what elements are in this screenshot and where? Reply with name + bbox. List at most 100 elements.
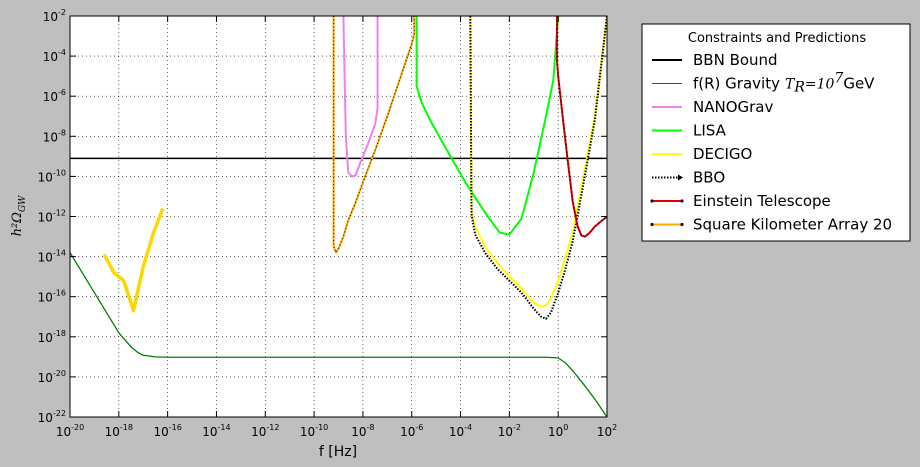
y-tick-label: 10-2 — [43, 8, 66, 24]
x-tick-label: 100 — [548, 423, 568, 439]
x-tick-label-base: 10 — [56, 425, 71, 439]
y-tick-label-base: 10 — [43, 10, 58, 24]
x-tick-label: 10-16 — [153, 423, 181, 439]
x-tick-label: 10-6 — [400, 423, 423, 439]
legend-einstein-telescope-marker-end — [680, 199, 684, 203]
legend-square-kilometer-array-20-marker-start — [650, 222, 654, 227]
x-tick-label-base: 10 — [202, 425, 217, 439]
x-tick-label-exp: 2 — [612, 423, 617, 432]
x-tick-label: 10-18 — [105, 423, 133, 439]
legend-f-r-gravity-math-rest: =10 — [805, 77, 835, 93]
y-tick-label: 10-12 — [38, 209, 66, 225]
y-tick-label: 10-18 — [38, 329, 66, 345]
y-tick-label-base: 10 — [38, 411, 53, 425]
x-tick-label-base: 10 — [251, 425, 266, 439]
y-tick-label-exp: -14 — [53, 249, 66, 258]
legend-f-r-gravity-name: f(R) Gravity — [693, 75, 780, 93]
x-tick-label-base: 10 — [400, 425, 415, 439]
legend-bbn-bound-label: BBN Bound — [693, 51, 778, 69]
y-tick-label-exp: -22 — [53, 409, 66, 418]
legend-lisa-name: LISA — [693, 122, 727, 140]
x-tick-label: 10-20 — [56, 423, 84, 439]
y-tick-label: 10-20 — [38, 369, 66, 385]
legend-bbo-name: BBO — [693, 169, 725, 187]
legend-f-r-gravity-math-sup: 7 — [834, 71, 843, 87]
y-axis-label-sub: GW — [18, 195, 28, 212]
legend-nanograv-name: NANOGrav — [693, 98, 773, 116]
x-tick-label-exp: -18 — [120, 423, 133, 432]
x-axis-label: f [Hz] — [319, 444, 357, 460]
x-tick-label-base: 10 — [351, 425, 366, 439]
y-tick-label-exp: -10 — [53, 168, 66, 177]
x-tick-label-exp: -16 — [169, 423, 182, 432]
y-tick-label-exp: -18 — [53, 329, 66, 338]
y-tick-label: 10-16 — [38, 289, 66, 305]
x-tick-label: 10-8 — [351, 423, 374, 439]
legend-title: Constraints and Predictions — [688, 31, 866, 46]
y-tick-label-exp: -12 — [53, 209, 66, 218]
y-tick-label-exp: -2 — [58, 8, 66, 17]
x-tick-label-exp: -2 — [513, 423, 521, 432]
legend-bbo-label: BBO — [693, 169, 725, 187]
y-tick-label-base: 10 — [38, 371, 53, 385]
x-tick-label-exp: -14 — [218, 423, 231, 432]
legend-einstein-telescope-marker-start — [650, 199, 654, 203]
x-tick-label-base: 10 — [105, 425, 120, 439]
legend-f-r-gravity-suffix: GeV — [843, 75, 875, 93]
legend-square-kilometer-array-20-name: Square Kilometer Array 20 — [693, 216, 892, 234]
x-tick-label-base: 10 — [498, 425, 513, 439]
x-tick-label-exp: -20 — [71, 423, 84, 432]
x-tick-label-exp: -6 — [415, 423, 423, 432]
y-tick-label-base: 10 — [43, 50, 58, 64]
y-tick-label: 10-14 — [38, 249, 66, 265]
legend-decigo-name: DECIGO — [693, 145, 752, 163]
x-tick-label: 10-12 — [251, 423, 279, 439]
x-tick-label-base: 10 — [597, 425, 612, 439]
y-tick-labels: 10-2210-2010-1810-1610-1410-1210-1010-81… — [38, 8, 66, 425]
x-tick-label: 10-10 — [300, 423, 328, 439]
legend-square-kilometer-array-20-label: Square Kilometer Array 20 — [693, 216, 892, 234]
legend-bbn-bound-name: BBN Bound — [693, 51, 778, 69]
y-tick-label-base: 10 — [43, 90, 58, 104]
x-tick-label-base: 10 — [300, 425, 315, 439]
x-tick-label: 102 — [597, 423, 617, 439]
y-axis-label: h²ΩGW — [10, 195, 28, 237]
y-tick-label-exp: -20 — [53, 369, 66, 378]
y-tick-label-exp: -8 — [58, 128, 66, 137]
legend-einstein-telescope-name: Einstein Telescope — [693, 192, 831, 210]
y-tick-label-exp: -16 — [53, 289, 66, 298]
legend-decigo-label: DECIGO — [693, 145, 752, 163]
y-tick-label-base: 10 — [38, 211, 53, 225]
chart: 10-20 10-18 10-16 10-14 10-12 10-10 10-8 10-6 10… — [10, 8, 911, 460]
x-tick-label: 10-4 — [449, 423, 472, 439]
x-tick-label-exp: -4 — [464, 423, 472, 432]
y-tick-label: 10-4 — [43, 48, 66, 64]
x-tick-label: 10-2 — [498, 423, 521, 439]
y-tick-label-exp: -4 — [58, 48, 66, 57]
legend-nanograv-label: NANOGrav — [693, 98, 773, 116]
y-tick-label: 10-6 — [43, 88, 66, 104]
legend-lisa-label: LISA — [693, 122, 727, 140]
y-tick-label-base: 10 — [38, 331, 53, 345]
y-tick-label-base: 10 — [38, 251, 53, 265]
x-tick-label: 10-14 — [202, 423, 230, 439]
y-tick-label: 10-22 — [38, 409, 66, 425]
y-tick-label: 10-8 — [43, 128, 66, 144]
y-tick-label-base: 10 — [38, 291, 53, 305]
x-tick-label-base: 10 — [153, 425, 168, 439]
x-tick-label-base: 10 — [449, 425, 464, 439]
y-tick-label-base: 10 — [38, 170, 53, 184]
y-tick-label-base: 10 — [43, 130, 58, 144]
x-tick-label-exp: 0 — [563, 423, 568, 432]
x-tick-label-exp: -8 — [367, 423, 375, 432]
y-tick-label-exp: -6 — [58, 88, 66, 97]
legend-f-r-gravity-math-sub: R — [793, 80, 805, 96]
y-tick-label: 10-10 — [38, 168, 66, 184]
legend-einstein-telescope-label: Einstein Telescope — [693, 192, 831, 210]
x-tick-label-exp: -10 — [315, 423, 328, 432]
x-tick-labels: 10-20 10-18 10-16 10-14 10-12 10-10 10-8 10-6 10… — [56, 423, 617, 439]
legend-square-kilometer-array-20-marker-end — [680, 222, 684, 227]
legend: Constraints and Predictions BBN Bound f(R… — [641, 23, 911, 242]
x-tick-label-exp: -12 — [266, 423, 279, 432]
x-tick-label-base: 10 — [548, 425, 563, 439]
